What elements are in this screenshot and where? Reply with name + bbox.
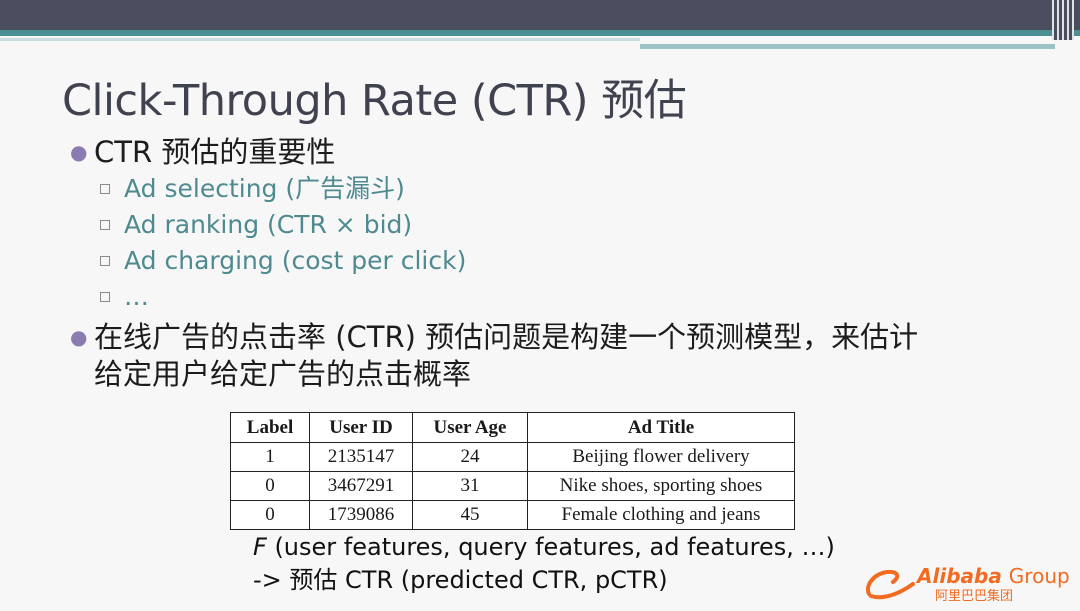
table-cell: 1739086 xyxy=(309,500,413,530)
table-header-cell: User Age xyxy=(412,412,528,443)
bullet-text-line: 给定用户给定广告的点击概率 xyxy=(94,357,472,391)
logo-group: Group xyxy=(1008,564,1070,588)
bullet-dot-icon: ● xyxy=(70,325,88,349)
bullet-dot-icon: ● xyxy=(70,140,88,164)
sub-bullet-item: Ad selecting (广告漏斗) xyxy=(100,171,1030,207)
table-cell: 31 xyxy=(412,471,528,501)
table-header-cell: User ID xyxy=(309,412,413,443)
sub-bullet-text: Ad charging (cost per click) xyxy=(124,246,467,275)
square-bullet-icon xyxy=(100,256,110,266)
table-cell: 45 xyxy=(412,500,528,530)
table-cell: Nike shoes, sporting shoes xyxy=(527,471,795,501)
header-accent-line-light xyxy=(0,38,640,41)
table-cell: Beijing flower delivery xyxy=(527,442,795,472)
table-header-row: Label User ID User Age Ad Title xyxy=(230,412,795,443)
bullet-list: ● CTR 预估的重要性 Ad selecting (广告漏斗) Ad rank… xyxy=(70,134,1030,393)
sub-bullet-item: Ad charging (cost per click) xyxy=(100,243,1030,279)
table-cell: Female clothing and jeans xyxy=(527,500,795,530)
table-cell: 3467291 xyxy=(309,471,413,501)
table-cell: 2135147 xyxy=(309,442,413,472)
header-accent-line-short xyxy=(640,44,1055,49)
header-stripes xyxy=(1052,0,1074,40)
ctr-sample-table: Label User ID User Age Ad Title 1 213514… xyxy=(230,412,795,530)
table-row: 1 2135147 24 Beijing flower delivery xyxy=(230,442,795,472)
table-cell: 1 xyxy=(230,442,310,472)
table-header-cell: Label xyxy=(230,412,310,443)
formula-args: (user features, query features, ad featu… xyxy=(266,533,835,561)
bullet-item: ● CTR 预估的重要性 xyxy=(70,134,1030,171)
square-bullet-icon xyxy=(100,292,110,302)
sub-bullet-item: Ad ranking (CTR × bid) xyxy=(100,207,1030,243)
bullet-item: ● 在线广告的点击率 (CTR) 预估问题是构建一个预测模型，来估计 给定用户给… xyxy=(70,319,1030,393)
table-row: 0 1739086 45 Female clothing and jeans xyxy=(230,500,795,530)
sub-bullet-text: Ad selecting (广告漏斗) xyxy=(124,174,405,203)
table-header-cell: Ad Title xyxy=(527,412,795,443)
table-cell: 0 xyxy=(230,500,310,530)
formula-line: F (user features, query features, ad fea… xyxy=(253,531,835,564)
header-accent-line xyxy=(0,30,1080,36)
table-cell: 0 xyxy=(230,471,310,501)
formula-result: -> 预估 CTR (predicted CTR, pCTR) xyxy=(253,566,668,594)
header-band xyxy=(0,0,1080,30)
sub-bullet-text: … xyxy=(124,282,149,311)
table-row: 0 3467291 31 Nike shoes, sporting shoes xyxy=(230,471,795,501)
sub-bullet-item: … xyxy=(100,279,1030,315)
square-bullet-icon xyxy=(100,220,110,230)
bullet-text: 在线广告的点击率 (CTR) 预估问题是构建一个预测模型，来估计 给定用户给定广… xyxy=(94,319,918,393)
slide-title: Click-Through Rate (CTR) 预估 xyxy=(62,76,687,126)
alibaba-smile-icon xyxy=(866,569,915,600)
table-cell: 24 xyxy=(412,442,528,472)
bullet-text: CTR 预估的重要性 xyxy=(94,135,336,169)
sub-bullet-text: Ad ranking (CTR × bid) xyxy=(124,210,413,239)
square-bullet-icon xyxy=(100,184,110,194)
logo-chinese: 阿里巴巴集团 xyxy=(935,589,1014,604)
bullet-text-line: 在线广告的点击率 (CTR) 预估问题是构建一个预测模型，来估计 xyxy=(94,320,919,354)
formula-block: F (user features, query features, ad fea… xyxy=(253,531,835,597)
alibaba-logo: Alibaba Group 阿里巴巴集团 xyxy=(863,562,1073,604)
formula-function: F xyxy=(253,533,267,561)
